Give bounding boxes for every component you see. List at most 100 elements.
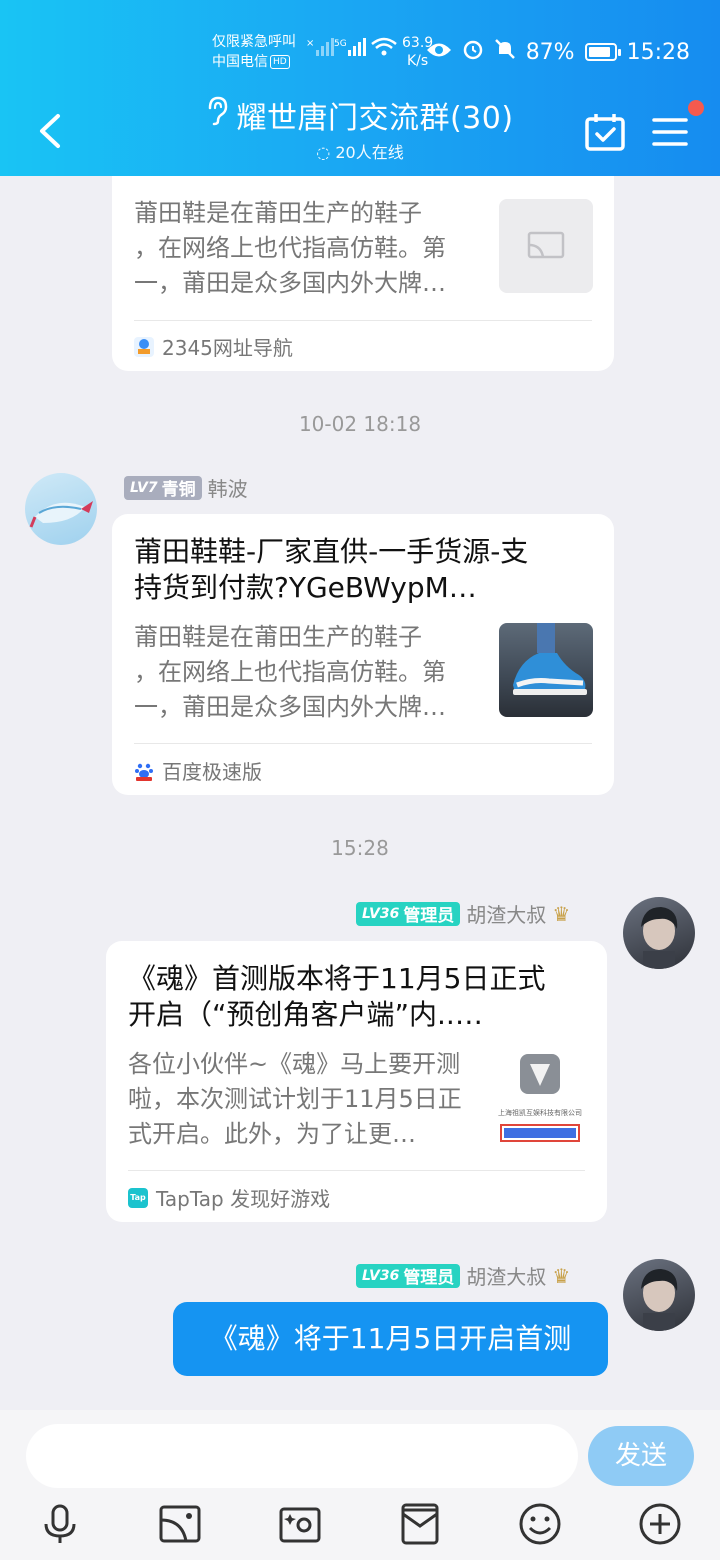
alarm-icon — [462, 38, 484, 66]
chat-header: 仅限紧急呼叫 中国电信 HD × 5G 63.9 K/s 87% 15:28 耀… — [0, 0, 720, 176]
calendar-button[interactable] — [584, 112, 626, 152]
card1-source-label: 2345网址导航 — [162, 336, 293, 360]
send-button[interactable]: 发送 — [588, 1426, 694, 1486]
2345-logo-icon — [134, 336, 154, 357]
emoji-button[interactable] — [518, 1502, 562, 1546]
camera-button[interactable] — [278, 1502, 322, 1546]
camera-icon — [279, 1507, 321, 1543]
card2-desc-line: 莆田鞋是在莆田生产的鞋子 — [134, 623, 422, 651]
card3-desc-line: 啦，本次测试计划于11月5日正 — [128, 1085, 462, 1113]
card1-desc-line: 莆田鞋是在莆田生产的鞋子 — [134, 199, 422, 227]
badge-level: LV36 — [362, 1267, 400, 1284]
sneaker-image — [513, 623, 587, 695]
red-packet-icon — [401, 1503, 439, 1545]
hd-badge: HD — [270, 55, 290, 69]
baidu-paw-icon — [134, 761, 154, 781]
card2-title-line: 莆田鞋鞋-厂家直供-一手货源-支 — [134, 535, 529, 568]
battery-percent: 87% — [525, 39, 575, 65]
avatar-huzhadashu[interactable] — [623, 897, 695, 969]
chat-messages[interactable]: 莆田鞋是在莆田生产的鞋子 ，在网络上也代指高仿鞋。第 一，莆田是众多国内外大牌…… — [0, 176, 720, 1410]
image-button[interactable] — [158, 1502, 202, 1546]
online-icon: ◌ — [316, 143, 331, 162]
badge-level: LV7 — [130, 479, 158, 496]
card1-thumbnail — [499, 199, 593, 293]
card2-desc-line: ，在网络上也代指高仿鞋。第 — [134, 658, 446, 686]
badge-title: 管理员 — [403, 906, 455, 926]
status-bar: 仅限紧急呼叫 中国电信 HD × 5G 63.9 K/s 87% 15:28 — [0, 0, 720, 80]
crown-icon: ♛ — [552, 901, 571, 926]
eye-icon — [426, 40, 452, 65]
wifi-icon — [370, 36, 398, 62]
image-icon — [159, 1505, 201, 1543]
more-button[interactable] — [638, 1502, 682, 1546]
sender-name: 胡渣大叔 — [466, 903, 547, 927]
sender-name: 韩波 — [207, 477, 248, 501]
card2-source-label: 百度极速版 — [162, 760, 262, 784]
card1-desc-line: 一，莆田是众多国内外大牌… — [134, 269, 446, 297]
card3-title: 《魂》首测版本将于11月5日正式 开启（“预创角客户端”内..… — [128, 961, 588, 1033]
link-card-3[interactable]: 《魂》首测版本将于11月5日正式 开启（“预创角客户端”内..… 各位小伙伴~《… — [106, 941, 607, 1222]
battery-icon — [584, 43, 621, 61]
voice-button[interactable] — [38, 1502, 82, 1546]
level-badge: LV36 管理员 — [356, 1263, 461, 1288]
signal-x-icon: × — [306, 36, 334, 62]
plus-icon — [639, 1503, 681, 1545]
timestamp: 10-02 18:18 — [298, 412, 422, 436]
card3-desc-line: 式开启。此外，为了让更… — [128, 1120, 416, 1148]
ear-icon — [206, 96, 228, 138]
card3-title-line: 开启（“预创角客户端”内..… — [128, 998, 483, 1031]
card3-title-line: 《魂》首测版本将于11月5日正式 — [128, 962, 546, 995]
avatar-hanbo[interactable] — [25, 473, 97, 545]
card1-source: 2345网址导航 — [134, 332, 293, 361]
card3-source-label: TapTap 发现好游戏 — [156, 1187, 331, 1211]
taptap-icon: Tap — [128, 1187, 148, 1208]
sender-huzhadashu: LV36 管理员 胡渣大叔 ♛ — [356, 899, 570, 928]
signal-5g-icon: 5G — [334, 36, 368, 62]
badge-level: LV36 — [362, 905, 400, 922]
timestamp: 15:28 — [331, 836, 389, 860]
clock-time: 15:28 — [626, 39, 690, 65]
notification-dot — [688, 100, 704, 116]
calendar-check-icon — [585, 114, 625, 151]
menu-button[interactable] — [650, 112, 690, 152]
sneaker-thumbnail — [499, 623, 593, 717]
text-message-bubble[interactable]: 《魂》将于11月5日开启首测 — [173, 1302, 608, 1376]
svg-text:5G: 5G — [334, 39, 347, 49]
card2-source: 百度极速版 — [134, 756, 262, 785]
sender-name: 胡渣大叔 — [466, 1265, 547, 1289]
carrier-line1: 仅限紧急呼叫 — [212, 34, 296, 50]
input-area: 发送 — [0, 1410, 720, 1560]
message-input[interactable] — [26, 1424, 578, 1488]
carrier-line2: 中国电信 — [212, 54, 268, 70]
card2-divider — [134, 743, 592, 744]
avatar-huzhadashu[interactable] — [623, 1259, 695, 1331]
image-placeholder-icon — [527, 231, 565, 259]
svg-text:×: × — [306, 38, 314, 49]
sender-hanbo: LV7 青铜 韩波 — [124, 473, 248, 502]
battery-fill — [588, 47, 610, 57]
card3-source: Tap TapTap 发现好游戏 — [128, 1183, 330, 1212]
carrier-info: 仅限紧急呼叫 中国电信 HD — [212, 32, 296, 72]
menu-icon — [652, 118, 688, 146]
red-packet-button[interactable] — [398, 1502, 442, 1546]
card1-desc-line: ，在网络上也代指高仿鞋。第 — [134, 234, 446, 262]
card2-title: 莆田鞋鞋-厂家直供-一手货源-支 持货到付款?YGeBWypM… — [134, 534, 594, 606]
crown-icon: ♛ — [552, 1263, 571, 1288]
card2-desc: 莆田鞋是在莆田生产的鞋子 ，在网络上也代指高仿鞋。第 一，莆田是众多国内外大牌… — [134, 620, 474, 725]
status-right: 87% 15:28 — [426, 38, 690, 66]
voice-icon — [44, 1504, 76, 1543]
game-logo-image — [520, 1054, 560, 1094]
card1-desc: 莆田鞋是在莆田生产的鞋子 ，在网络上也代指高仿鞋。第 一，莆田是众多国内外大牌… — [134, 196, 474, 301]
badge-title: 青铜 — [161, 480, 196, 500]
card2-title-line: 持货到付款?YGeBWypM… — [134, 571, 477, 604]
game-company-text: 上海祖凯互娱科技有限公司 — [498, 1109, 582, 1117]
group-title: 耀世唐门交流群(30) — [236, 101, 514, 136]
link-card-1[interactable]: 莆田鞋是在莆田生产的鞋子 ，在网络上也代指高仿鞋。第 一，莆田是众多国内外大牌…… — [112, 176, 614, 371]
level-badge: LV7 青铜 — [124, 475, 202, 500]
badge-title: 管理员 — [403, 1268, 455, 1288]
online-text: 20人在线 — [335, 143, 404, 162]
link-card-2[interactable]: 莆田鞋鞋-厂家直供-一手货源-支 持货到付款?YGeBWypM… 莆田鞋是在莆田… — [112, 514, 614, 795]
sender-huzhadashu: LV36 管理员 胡渣大叔 ♛ — [356, 1261, 570, 1290]
card2-desc-line: 一，莆田是众多国内外大牌… — [134, 693, 446, 721]
emoji-icon — [519, 1503, 561, 1545]
